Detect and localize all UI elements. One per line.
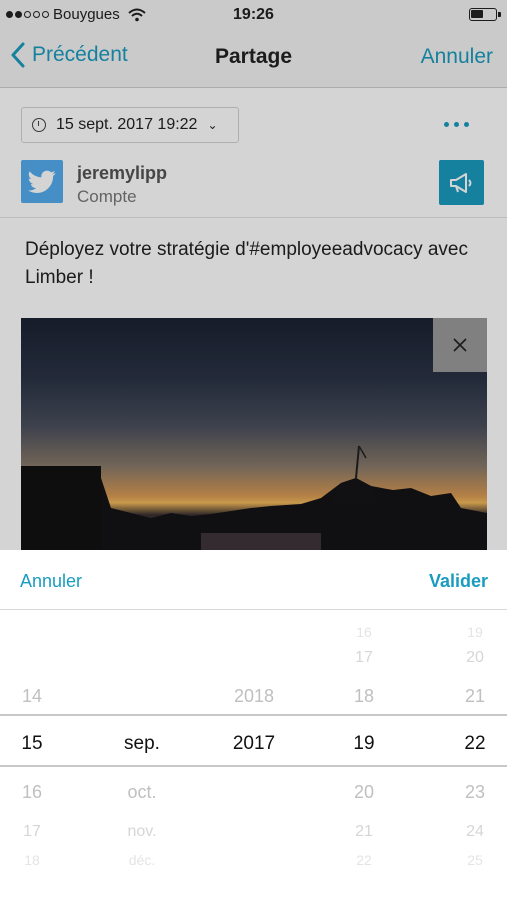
selection-line-top	[0, 714, 507, 716]
picker-day-option[interactable]: 14	[12, 686, 52, 707]
picker-cancel-button[interactable]: Annuler	[20, 571, 82, 592]
picker-year-selected[interactable]: 2017	[219, 733, 289, 755]
picker-month-option[interactable]: nov.	[112, 823, 172, 841]
picker-year-option[interactable]: 2018	[219, 686, 289, 707]
selection-line-bottom	[0, 765, 507, 767]
picker-day-option[interactable]: 18	[12, 852, 52, 868]
picker-day-option[interactable]: 16	[12, 782, 52, 803]
picker-minute-option[interactable]: 20	[455, 649, 495, 667]
picker-minute-option[interactable]: 19	[455, 624, 495, 640]
picker-hour-option[interactable]: 21	[344, 823, 384, 841]
picker-hour-option[interactable]: 22	[344, 852, 384, 868]
picker-minute-option[interactable]: 23	[455, 782, 495, 803]
date-picker-sheet: Annuler Valider 14 15 16 17 18 sep. oct.…	[0, 550, 507, 900]
picker-hour-option[interactable]: 18	[344, 686, 384, 707]
picker-toolbar: Annuler Valider	[0, 550, 507, 610]
picker-month-selected[interactable]: sep.	[112, 733, 172, 755]
picker-hour-option[interactable]: 16	[344, 624, 384, 640]
picker-month-option[interactable]: oct.	[112, 782, 172, 803]
picker-confirm-button[interactable]: Valider	[429, 571, 488, 592]
picker-minute-option[interactable]: 21	[455, 686, 495, 707]
picker-day-selected[interactable]: 15	[12, 733, 52, 755]
picker-month-option[interactable]: déc.	[112, 852, 172, 868]
dim-overlay[interactable]	[0, 0, 507, 550]
picker-minute-option[interactable]: 24	[455, 823, 495, 841]
picker-minute-selected[interactable]: 22	[455, 733, 495, 755]
picker-day-option[interactable]: 17	[12, 823, 52, 841]
picker-hour-option[interactable]: 20	[344, 782, 384, 803]
picker-minute-option[interactable]: 25	[455, 852, 495, 868]
picker-hour-option[interactable]: 17	[344, 649, 384, 667]
picker-hour-selected[interactable]: 19	[344, 733, 384, 755]
